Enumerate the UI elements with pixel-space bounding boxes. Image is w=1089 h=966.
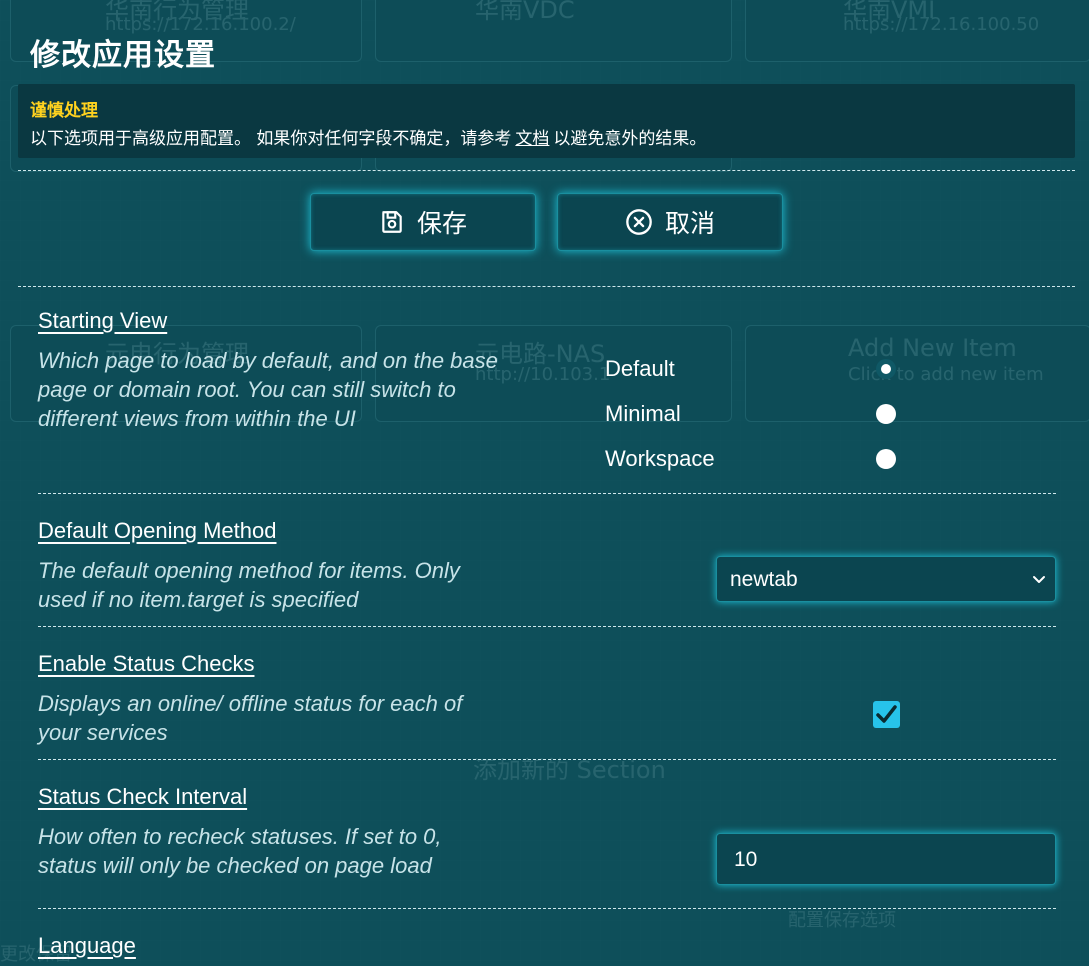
app-settings-modal: 修改应用设置 谨慎处理 以下选项用于高级应用配置。 如果你对任何字段不确定，请参… [0, 0, 1089, 964]
opening-method-description: The default opening method for items. On… [38, 558, 460, 612]
radio-label: Minimal [605, 401, 681, 426]
divider [38, 493, 1056, 494]
warning-title: 谨慎处理 [30, 101, 98, 121]
save-button-label: 保存 [416, 209, 467, 238]
cancel-icon [626, 209, 652, 235]
divider [38, 626, 1056, 627]
radio-option-workspace[interactable]: Workspace [605, 446, 905, 476]
opening-method-select[interactable]: newtab [716, 556, 1056, 602]
chevron-down-icon [1033, 576, 1045, 583]
divider [18, 286, 1075, 287]
status-checks-description: Displays an online/ offline status for e… [38, 691, 463, 745]
cancel-button-label: 取消 [664, 209, 715, 238]
warning-text: 以下选项用于高级应用配置。 如果你对任何字段不确定，请参考 文档 以避免意外的结果。 [30, 124, 706, 149]
warning-text-after: 以避免意外的结果。 [553, 129, 707, 149]
language-label: Language [38, 933, 136, 958]
modal-title: 修改应用设置 [30, 38, 216, 73]
radio-option-minimal[interactable]: Minimal [605, 401, 905, 431]
save-button[interactable]: 保存 [310, 193, 536, 251]
cancel-button[interactable]: 取消 [557, 193, 783, 251]
radio-button-workspace[interactable] [876, 449, 896, 469]
divider [38, 908, 1056, 909]
opening-method-label: Default Opening Method [38, 518, 277, 543]
warning-text-before: 以下选项用于高级应用配置。 如果你对任何字段不确定，请参考 [30, 129, 512, 149]
checkmark-icon [876, 705, 897, 723]
status-interval-label: Status Check Interval [38, 784, 248, 809]
save-icon [382, 211, 402, 233]
starting-view-description: Which page to load by default, and on th… [38, 348, 498, 431]
radio-button-default[interactable] [876, 359, 896, 379]
radio-option-default[interactable]: Default [605, 356, 905, 386]
radio-button-minimal[interactable] [876, 404, 896, 424]
status-interval-value: 10 [734, 848, 758, 871]
starting-view-label: Starting View [38, 308, 168, 333]
status-checks-checkbox[interactable] [873, 701, 900, 728]
status-interval-input[interactable]: 10 [716, 833, 1056, 885]
divider [38, 759, 1056, 760]
radio-label: Workspace [605, 446, 715, 471]
warning-box: 谨慎处理 以下选项用于高级应用配置。 如果你对任何字段不确定，请参考 文档 以避免意… [18, 84, 1075, 158]
status-interval-description: How often to recheck statuses. If set to… [38, 824, 442, 878]
opening-method-value: newtab [730, 568, 798, 591]
radio-label: Default [605, 356, 675, 381]
divider [18, 170, 1075, 171]
status-checks-label: Enable Status Checks [38, 651, 255, 676]
docs-link[interactable]: 文档 [515, 129, 549, 149]
